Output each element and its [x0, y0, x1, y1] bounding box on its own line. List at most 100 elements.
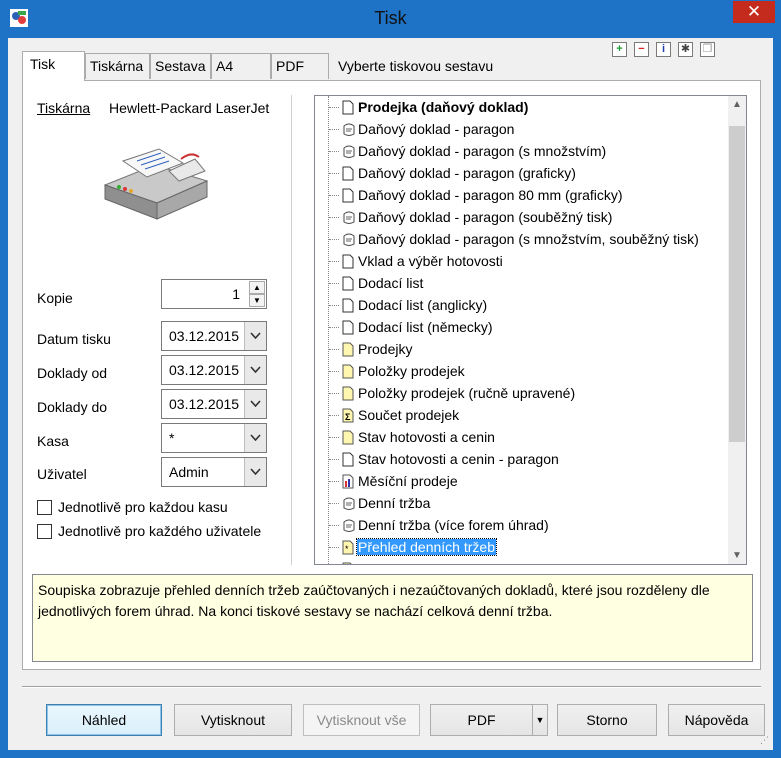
print-date-field[interactable]: 03.12.2015 — [161, 321, 267, 351]
scroll-thumb[interactable] — [729, 126, 745, 442]
list-item[interactable]: Dodací list (anglicky) — [315, 294, 729, 316]
tab-tiskarna[interactable]: Tiskárna — [85, 53, 150, 79]
list-item[interactable]: Vklad a výběr hotovosti — [315, 250, 729, 272]
tree-connector — [329, 525, 339, 526]
list-item[interactable]: Prodejky — [315, 338, 729, 360]
spin-down-icon[interactable]: ▼ — [249, 294, 265, 307]
list-item-label: Dodací list (anglicky) — [358, 297, 488, 313]
tree-connector — [329, 437, 339, 438]
list-item[interactable]: Daňový doklad - paragon (s množstvím, so… — [315, 228, 729, 250]
info-icon[interactable]: i — [656, 42, 671, 57]
pdf-button[interactable]: PDF — [430, 704, 533, 736]
tab-label: Tiskárna — [90, 58, 144, 74]
report-list[interactable]: Prodejka (daňový doklad) Daňový doklad - … — [314, 95, 747, 565]
receipt-icon — [342, 496, 355, 511]
list-item[interactable]: Daňový doklad - paragon (s množstvím) — [315, 140, 729, 162]
resize-grip-icon[interactable]: ⋰ — [760, 735, 769, 746]
tab-pdf[interactable]: PDF — [271, 53, 329, 79]
copies-value: 1 — [232, 286, 240, 302]
help-button[interactable]: Nápověda — [668, 704, 765, 736]
svg-text:*: * — [345, 544, 349, 554]
docs-to-field[interactable]: 03.12.2015 — [161, 389, 267, 419]
list-item[interactable]: Zaúčtování tržeb — [315, 558, 729, 564]
title-bar[interactable]: Tisk ✕ — [0, 0, 781, 38]
list-item-label: Prodejky — [358, 341, 413, 357]
list-item[interactable]: Daňový doklad - paragon (graficky) — [315, 162, 729, 184]
list-item[interactable]: * Přehled denních tržeb — [315, 536, 729, 558]
close-button[interactable]: ✕ — [733, 1, 775, 23]
list-item[interactable]: Položky prodejek — [315, 360, 729, 382]
print-date-label: Datum tisku — [37, 331, 111, 347]
tab-label: Tisk — [30, 56, 56, 72]
remove-icon[interactable]: − — [634, 42, 649, 57]
tab-tisk[interactable]: Tisk — [22, 51, 85, 81]
tab-a4[interactable]: A4 — [211, 53, 271, 79]
document-icon — [342, 276, 354, 291]
print-button[interactable]: Vytisknout — [174, 704, 292, 736]
list-item[interactable]: Prodejka (daňový doklad) — [315, 96, 729, 118]
settings-icon[interactable]: ✱ — [678, 42, 693, 57]
per-user-checkbox[interactable] — [37, 524, 52, 539]
preview-button[interactable]: Náhled — [46, 704, 162, 736]
list-item[interactable]: Měsíční prodeje — [315, 470, 729, 492]
panel-divider — [291, 95, 292, 565]
docs-from-field[interactable]: 03.12.2015 — [161, 355, 267, 385]
copies-label: Kopie — [37, 290, 73, 306]
list-item[interactable]: Daňový doklad - paragon 80 mm (graficky) — [315, 184, 729, 206]
printer-name: Hewlett-Packard LaserJet — [109, 100, 270, 116]
document-icon — [342, 298, 354, 313]
tree-connector — [329, 151, 339, 152]
cancel-label: Storno — [586, 712, 628, 728]
per-register-checkbox[interactable] — [37, 500, 52, 515]
tree-connector — [329, 393, 339, 394]
close-icon: ✕ — [746, 2, 762, 21]
receipt-icon — [342, 232, 355, 247]
list-item[interactable]: Stav hotovosti a cenin — [315, 426, 729, 448]
list-item[interactable]: Daňový doklad - paragon — [315, 118, 729, 140]
chevron-down-icon[interactable] — [244, 458, 266, 486]
printer-link[interactable]: Tiskárna — [37, 100, 90, 116]
list-scrollbar[interactable]: ▲ ▼ — [728, 96, 746, 564]
chevron-down-icon[interactable] — [244, 390, 266, 418]
window-title: Tisk — [374, 8, 407, 28]
copies-stepper[interactable]: 1 ▲ ▼ — [161, 279, 267, 309]
chevron-down-icon[interactable] — [244, 356, 266, 384]
tab-sestava[interactable]: Sestava — [150, 53, 211, 79]
yellow-document-icon — [342, 342, 354, 357]
list-item[interactable]: Dodací list (německy) — [315, 316, 729, 338]
cancel-button[interactable]: Storno — [557, 704, 657, 736]
tree-connector — [329, 305, 339, 306]
chart-document-icon — [342, 474, 354, 489]
add-icon[interactable]: + — [612, 42, 627, 57]
spin-up-icon[interactable]: ▲ — [249, 281, 265, 294]
list-item-label: Stav hotovosti a cenin — [358, 429, 495, 445]
user-select[interactable]: Admin — [161, 457, 267, 487]
register-select[interactable]: * — [161, 423, 267, 453]
print-all-button[interactable]: Vytisknout vše — [303, 704, 420, 736]
tree-connector — [329, 547, 339, 548]
list-item[interactable]: Dodací list — [315, 272, 729, 294]
tree-connector — [329, 129, 339, 130]
list-item[interactable]: Denní tržba — [315, 492, 729, 514]
list-item[interactable]: Daňový doklad - paragon (souběžný tisk) — [315, 206, 729, 228]
list-item-label: Daňový doklad - paragon (s množstvím) — [358, 143, 607, 159]
list-item[interactable]: Stav hotovosti a cenin - paragon — [315, 448, 729, 470]
document-icon — [342, 166, 354, 181]
document-icon — [342, 452, 354, 467]
tree-connector — [329, 195, 339, 196]
list-item[interactable]: Položky prodejek (ručně upravené) — [315, 382, 729, 404]
pdf-dropdown-icon[interactable]: ▼ — [532, 704, 548, 736]
scroll-up-icon[interactable]: ▲ — [732, 99, 742, 110]
yellow-document-icon — [342, 430, 354, 445]
list-item[interactable]: Denní tržba (více forem úhrad) — [315, 514, 729, 536]
scroll-down-icon[interactable]: ▼ — [732, 550, 742, 561]
tree-connector — [329, 371, 339, 372]
copy-icon[interactable]: ❐ — [700, 42, 715, 57]
report-description: Soupiska zobrazuje přehled denních tržeb… — [32, 574, 753, 662]
chevron-down-icon[interactable] — [244, 322, 266, 350]
docs-to-label: Doklady do — [37, 399, 108, 415]
list-item[interactable]: Σ Součet prodejek — [315, 404, 729, 426]
tree-connector — [329, 481, 339, 482]
print-dialog-window: Tisk ✕ Tisk Tiskárna Sestava A4 PDF Vybe… — [0, 0, 781, 758]
chevron-down-icon[interactable] — [244, 424, 266, 452]
